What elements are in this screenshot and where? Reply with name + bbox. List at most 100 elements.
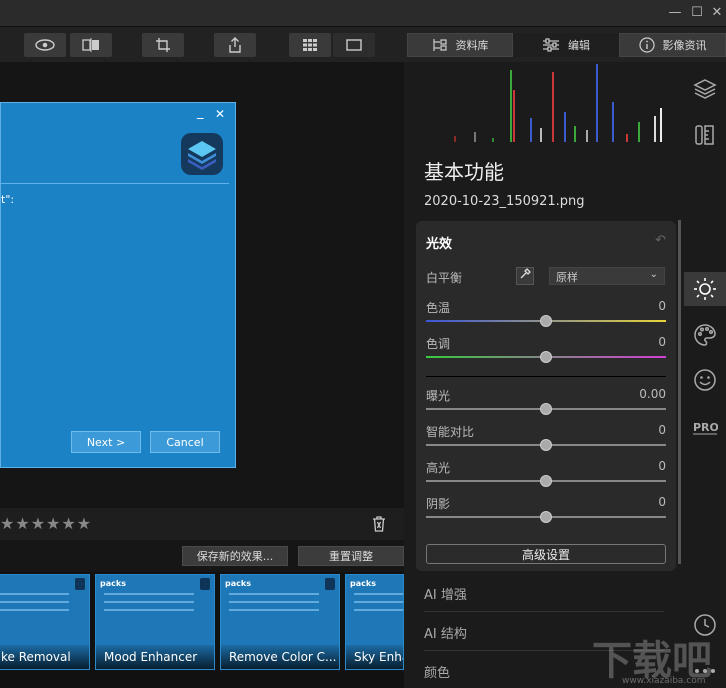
- eyedropper-icon: [520, 268, 531, 279]
- presets-strip: ke Removal packs Mood Enhancer packs Rem…: [0, 572, 404, 688]
- preset-label: Mood Enhancer: [96, 645, 214, 669]
- temperature-value: 0: [658, 299, 666, 313]
- preset-thumbnail: [229, 593, 319, 623]
- preset-label: Remove Color C...: [221, 645, 339, 669]
- dialog-text-fragment: t":: [1, 193, 15, 206]
- dialog-cancel-button: Cancel: [150, 431, 220, 453]
- eye-icon: [35, 39, 55, 51]
- chevron-down-icon: ⌄: [649, 269, 658, 280]
- panel-title: 基本功能: [424, 160, 504, 184]
- tab-library[interactable]: 资料库: [407, 33, 513, 57]
- layers-button[interactable]: [692, 76, 718, 102]
- undo-icon[interactable]: ↶: [655, 233, 666, 248]
- preset-thumbnail: [0, 593, 69, 623]
- divider: [426, 376, 666, 377]
- toolbar: 资料库 编辑 影像资讯: [0, 26, 726, 62]
- color-tool-button[interactable]: [692, 322, 718, 348]
- panel-scrollbar[interactable]: [678, 220, 681, 564]
- tint-label: 色调: [426, 337, 451, 351]
- grid-view-button[interactable]: [289, 33, 331, 57]
- installer-dialog-image: t": _ ✕ Next > Cancel: [0, 102, 236, 468]
- split-compare-icon: [82, 38, 99, 52]
- star-rating[interactable]: ★★★★★★: [0, 514, 92, 533]
- maximize-button[interactable]: ☐: [688, 4, 706, 22]
- card-title: 光效: [426, 237, 453, 252]
- preset-card[interactable]: packs Remove Color C...: [220, 574, 340, 670]
- white-balance-select[interactable]: 原样 ⌄: [549, 267, 665, 285]
- tab-info[interactable]: 影像资讯: [619, 33, 726, 57]
- shadows-slider-thumb[interactable]: [540, 511, 552, 523]
- app-window: — ☐ ✕ 资料库 编辑 影像资讯 t": _ ✕ Next > Cancel …: [0, 0, 726, 688]
- temperature-label: 色温: [426, 301, 451, 315]
- title-bar: — ☐ ✕: [0, 0, 726, 26]
- share-icon: [229, 37, 241, 53]
- share-button[interactable]: [214, 33, 256, 57]
- temperature-slider-thumb[interactable]: [540, 315, 552, 327]
- save-preset-button[interactable]: 保存新的效果...: [182, 546, 288, 566]
- crop-icon: [156, 38, 170, 52]
- watermark: 下载吧 www.xiazaiba.com: [592, 628, 726, 688]
- preset-card[interactable]: packs Mood Enhancer: [95, 574, 215, 670]
- preset-thumbnail: [104, 593, 194, 623]
- preset-card[interactable]: packs Sky Enha: [345, 574, 404, 670]
- highlights-label: 高光: [426, 461, 451, 475]
- highlights-value: 0: [658, 459, 666, 473]
- close-button[interactable]: ✕: [708, 4, 726, 22]
- minimize-button[interactable]: —: [666, 4, 684, 22]
- portrait-tool-button[interactable]: [692, 367, 718, 393]
- pro-tool-button[interactable]: PRO: [692, 414, 718, 440]
- tint-value: 0: [658, 335, 666, 349]
- smart-contrast-label: 智能对比: [426, 425, 475, 439]
- preview-eye-button[interactable]: [24, 33, 66, 57]
- shadows-label: 阴影: [426, 497, 451, 511]
- preset-actions: 保存新的效果... 重置调整: [0, 540, 404, 572]
- info-icon: [638, 37, 655, 53]
- preset-head: packs: [225, 579, 251, 588]
- ruler-icon: [695, 125, 714, 145]
- highlights-slider-thumb[interactable]: [540, 475, 552, 487]
- exposure-slider-thumb[interactable]: [540, 403, 552, 415]
- edit-panel: 基本功能 2020-10-23_150921.png 光效 ↶ 白平衡 原样 ⌄…: [404, 62, 684, 688]
- tab-library-label: 资料库: [455, 39, 489, 52]
- preset-badge-icon: [75, 578, 85, 590]
- palette-icon: [694, 324, 716, 346]
- tool-icon-bar: PRO: [684, 62, 726, 688]
- eyedropper-button[interactable]: [516, 267, 534, 285]
- light-card: 光效 ↶ 白平衡 原样 ⌄ 色温 0 色调 0 曝光 0.00 智能对比 0 高…: [416, 221, 676, 571]
- histogram: [440, 64, 670, 142]
- white-balance-value: 原样: [556, 271, 578, 284]
- single-view-button[interactable]: [333, 33, 375, 57]
- tab-info-label: 影像资讯: [662, 39, 707, 52]
- light-tool-button[interactable]: [684, 272, 726, 306]
- layers-logo-icon: [188, 141, 216, 170]
- tint-slider-thumb[interactable]: [540, 351, 552, 363]
- preset-label: Sky Enha: [346, 645, 403, 669]
- preset-label: ke Removal: [0, 645, 89, 669]
- preset-thumbnail: [354, 593, 403, 623]
- svg-text:PRO: PRO: [693, 421, 718, 434]
- preset-card[interactable]: ke Removal: [0, 574, 90, 670]
- tab-edit-label: 编辑: [568, 39, 590, 52]
- single-frame-icon: [346, 39, 362, 51]
- dialog-close: ✕: [215, 107, 226, 121]
- rating-bar: ★★★★★★: [0, 508, 404, 540]
- advanced-settings-button[interactable]: 高级设置: [426, 544, 666, 564]
- delete-button[interactable]: [372, 516, 386, 536]
- section-ai-enhance[interactable]: AI 增强: [424, 574, 664, 612]
- crop-button[interactable]: [142, 33, 184, 57]
- tools-button[interactable]: [692, 122, 718, 148]
- app-logo: [181, 133, 223, 175]
- dialog-minimize: _: [197, 105, 204, 120]
- dialog-next-button: Next >: [71, 431, 141, 453]
- sliders-icon: [543, 38, 559, 52]
- library-icon: [432, 39, 447, 51]
- pro-icon: PRO: [693, 421, 718, 435]
- smart-contrast-slider-thumb[interactable]: [540, 439, 552, 451]
- reset-adjustments-button[interactable]: 重置调整: [298, 546, 404, 566]
- watermark-url: www.xiazaiba.com: [622, 676, 706, 686]
- grid-icon: [303, 39, 317, 51]
- tab-edit[interactable]: 编辑: [513, 33, 619, 57]
- preset-badge-icon: [200, 578, 210, 590]
- compare-button[interactable]: [70, 33, 112, 57]
- preset-head: packs: [350, 579, 376, 588]
